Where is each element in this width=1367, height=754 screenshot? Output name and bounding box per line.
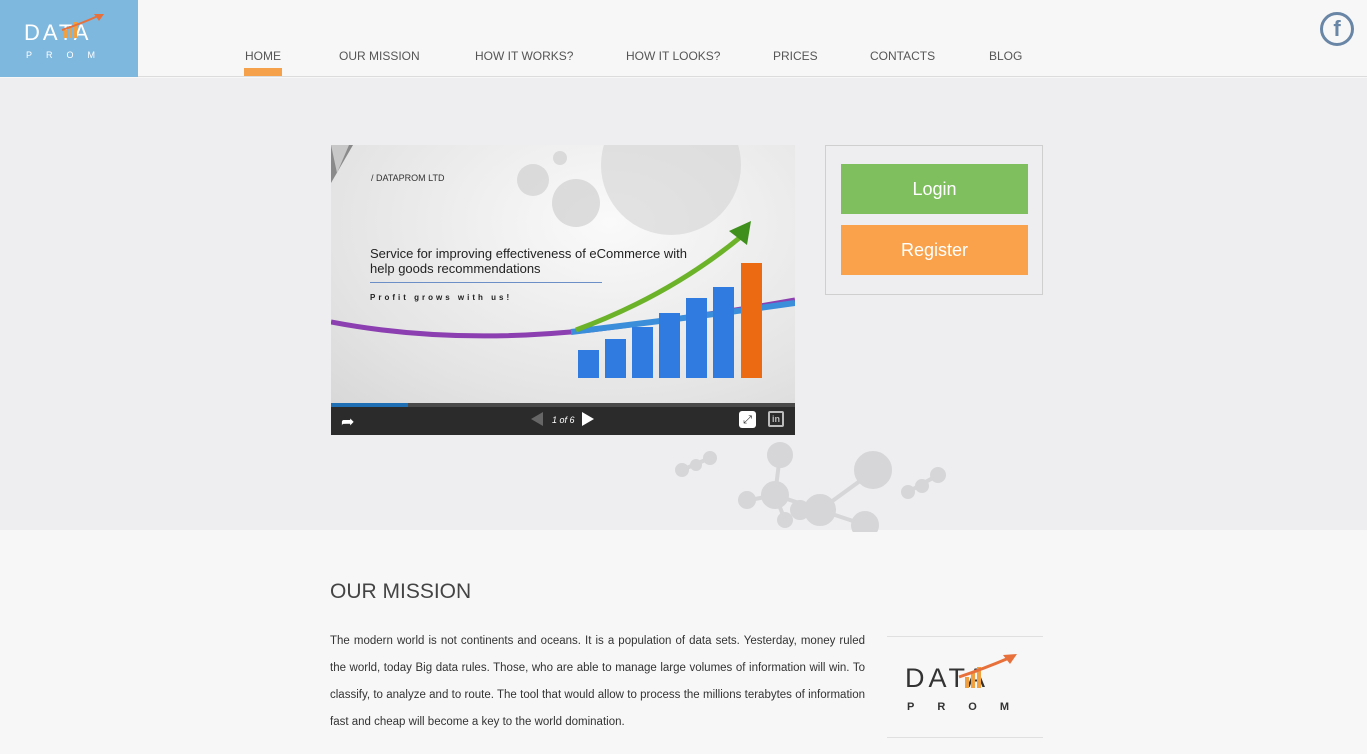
facebook-icon[interactable]: f: [1320, 12, 1354, 46]
logo-arrow-icon: [61, 14, 104, 38]
nav-home[interactable]: HOME: [244, 49, 282, 76]
nav-contacts[interactable]: CONTACTS: [870, 49, 935, 63]
brand-logo[interactable]: DATA PROM: [0, 0, 138, 77]
slide-counter: 1 of 6: [552, 415, 575, 425]
linkedin-icon[interactable]: in: [768, 411, 784, 427]
site-header: DATA PROM HOME OUR MISSION HOW IT WORKS?…: [0, 0, 1367, 77]
mission-logo-subtext: PROM: [907, 701, 1032, 713]
nav-prices[interactable]: PRICES: [773, 49, 818, 63]
slide-tagline: Profit grows with us!: [370, 293, 513, 302]
mission-text: The modern world is not continents and o…: [330, 635, 865, 728]
nav-how-it-works[interactable]: HOW IT WORKS?: [475, 49, 573, 63]
share-icon[interactable]: ➦: [341, 412, 354, 431]
player-progress-bar[interactable]: [331, 403, 795, 407]
mission-heading: OUR MISSION: [330, 580, 472, 603]
mission-logo-arrow-icon: [958, 654, 1017, 688]
slide-headline: Service for improving effectiveness of e…: [370, 246, 687, 276]
register-button[interactable]: Register: [841, 225, 1028, 275]
prev-icon[interactable]: [531, 412, 543, 426]
fullscreen-icon[interactable]: ⤢: [739, 411, 756, 428]
slide-company: / DATAPROM LTD: [371, 173, 445, 183]
next-icon[interactable]: [582, 412, 594, 426]
auth-panel: Login Register: [825, 145, 1043, 295]
nav-how-it-looks[interactable]: HOW IT LOOKS?: [626, 49, 720, 63]
molecule-decoration: [675, 442, 946, 532]
mission-logo: DATA PROM: [887, 636, 1043, 738]
presentation-slideshow[interactable]: / DATAPROM LTD Service for improving eff…: [331, 145, 795, 435]
nav-blog[interactable]: BLOG: [989, 49, 1022, 63]
nav-our-mission[interactable]: OUR MISSION: [339, 49, 420, 63]
login-button[interactable]: Login: [841, 164, 1028, 214]
player-progress-fill: [331, 403, 408, 407]
player-controls: ➦ 1 of 6 ⤢ in: [331, 403, 795, 435]
slide-divider: [370, 282, 602, 283]
logo-subtext: PROM: [26, 50, 109, 60]
